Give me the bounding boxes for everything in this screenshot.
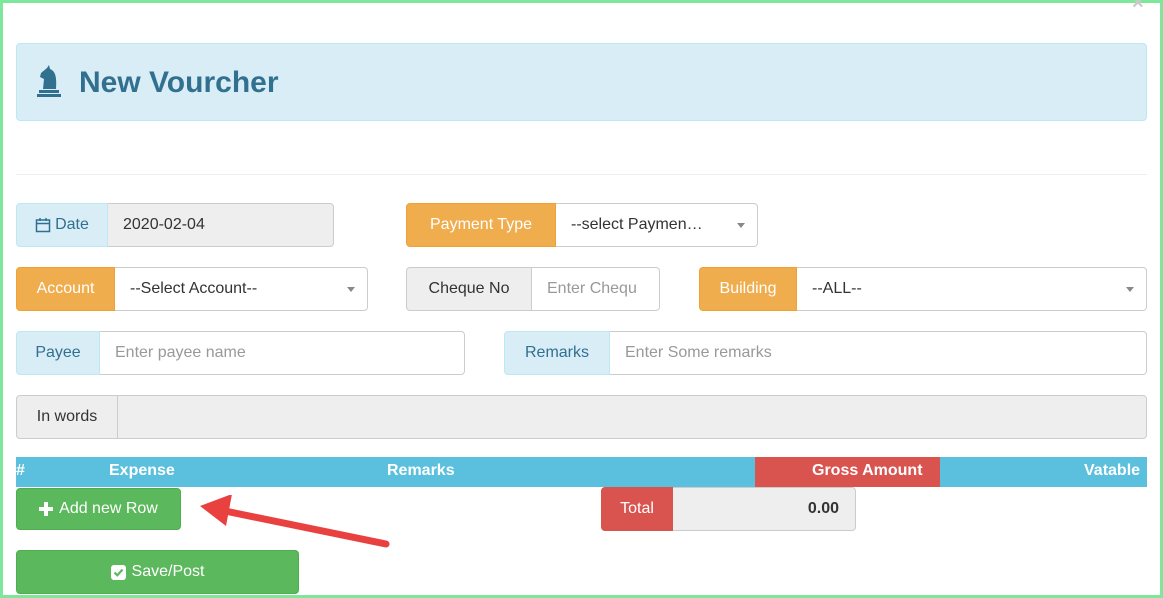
payment-type-addon: Payment Type — [406, 203, 556, 247]
remarks-input[interactable]: Enter Some remarks — [610, 331, 1147, 375]
page-header: New Vourcher — [16, 43, 1147, 121]
in-words-addon: In words — [16, 395, 118, 439]
total-value: 0.00 — [673, 487, 856, 531]
col-remarks: Remarks — [387, 462, 455, 479]
account-value: --Select Account-- — [130, 280, 258, 297]
add-new-row-label: Add new Row — [59, 500, 158, 517]
divider — [16, 174, 1147, 175]
chevron-down-icon — [737, 223, 745, 228]
col-expense: Expense — [109, 462, 175, 479]
building-value: --ALL-- — [812, 280, 862, 297]
col-gross-amount: Gross Amount — [812, 462, 923, 479]
save-post-button[interactable]: Save/Post — [16, 550, 299, 594]
building-select[interactable]: --ALL-- — [797, 267, 1147, 311]
chevron-down-icon — [347, 287, 355, 292]
cheque-no-input[interactable]: Enter Chequ — [532, 267, 660, 311]
date-field[interactable]: 2020-02-04 — [108, 203, 334, 247]
payee-input[interactable]: Enter payee name — [100, 331, 465, 375]
date-addon: Date — [16, 203, 108, 247]
total-label: Total — [601, 487, 673, 531]
cheque-no-addon: Cheque No — [406, 267, 532, 311]
calendar-icon — [35, 218, 51, 233]
page-title: New Vourcher — [79, 66, 279, 99]
check-square-icon — [110, 564, 126, 580]
add-new-row-button[interactable]: Add new Row — [16, 488, 181, 530]
remarks-addon: Remarks — [504, 331, 610, 375]
expense-table-header: # Expense Remarks Gross Amount Vatable — [16, 457, 1147, 487]
building-addon: Building — [699, 267, 797, 311]
plus-icon — [39, 502, 54, 516]
annotation-arrow-icon — [200, 495, 390, 548]
save-post-label: Save/Post — [131, 563, 205, 580]
col-index: # — [16, 462, 25, 479]
payee-addon: Payee — [16, 331, 100, 375]
col-vatable: Vatable — [1084, 462, 1141, 479]
in-words-field — [118, 395, 1147, 439]
account-addon: Account — [16, 267, 115, 311]
payment-type-value: --select Paymen… — [571, 216, 703, 233]
account-select[interactable]: --Select Account-- — [115, 267, 368, 311]
date-label: Date — [55, 216, 89, 233]
payment-type-select[interactable]: --select Paymen… — [556, 203, 758, 247]
chess-knight-icon — [37, 65, 61, 97]
chevron-down-icon — [1126, 287, 1134, 292]
close-button[interactable]: × — [1132, 0, 1144, 15]
